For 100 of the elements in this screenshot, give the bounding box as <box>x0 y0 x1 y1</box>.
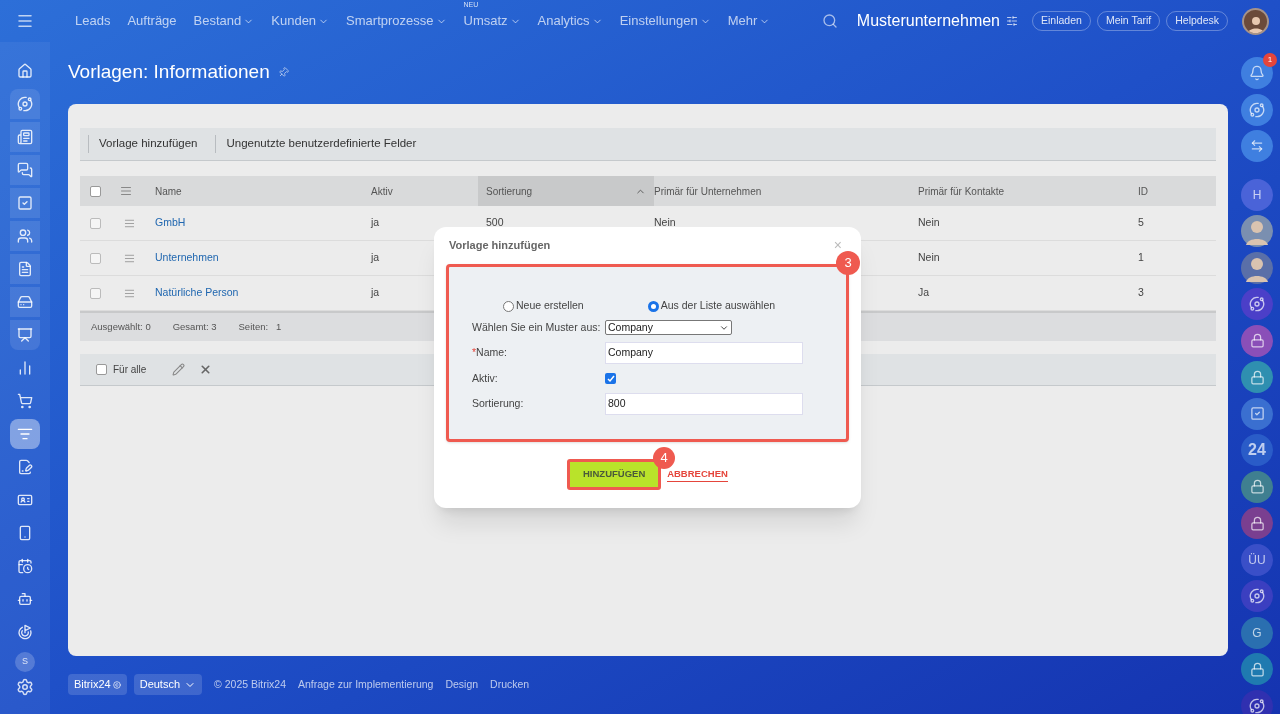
lock-icon <box>1249 369 1265 385</box>
template-select[interactable]: Company <box>605 320 732 336</box>
table-cell: 500 <box>486 216 504 229</box>
checkbox[interactable] <box>605 373 616 385</box>
toolbar-button[interactable]: Ungenutzte benutzerdefinierte Felder <box>215 135 427 153</box>
radio-button[interactable] <box>503 300 514 312</box>
checkbox[interactable] <box>89 185 101 197</box>
sidebar-button[interactable] <box>1241 361 1273 393</box>
row-menu-icon[interactable] <box>124 287 135 299</box>
sliders-icon[interactable] <box>1006 15 1018 27</box>
chat-avatar[interactable]: H <box>1241 178 1273 211</box>
sidebar-button[interactable] <box>1241 470 1273 503</box>
field-label: Sortierung: <box>472 396 524 412</box>
checkbox-icon <box>17 195 33 211</box>
checkbox[interactable] <box>96 364 107 375</box>
column-header[interactable]: Primär für Unternehmen <box>654 176 918 206</box>
footer-link[interactable]: Anfrage zur Implementierung <box>298 676 434 693</box>
field-label: Wählen Sie ein Muster aus: <box>472 319 601 335</box>
nav-item[interactable]: Bestand <box>193 11 255 31</box>
checkbox[interactable] <box>89 287 101 299</box>
add-button[interactable]: HINZUFÜGEN <box>567 459 662 490</box>
user-avatar[interactable] <box>1242 7 1269 35</box>
company-name[interactable]: Musterunternehmen <box>856 9 1000 33</box>
name-link[interactable]: GmbH <box>155 216 186 229</box>
dialog-title: Vorlage hinzufügen <box>449 237 551 253</box>
checkbox-label: Für alle <box>113 363 147 377</box>
orbit-icon <box>1249 697 1265 714</box>
language-button[interactable]: Deutsch <box>133 674 203 695</box>
checkbox[interactable] <box>89 252 101 264</box>
orbit-icon <box>1249 588 1265 604</box>
settings-list-icon[interactable] <box>120 185 132 197</box>
radio-button[interactable] <box>647 300 659 312</box>
nav-item[interactable]: Mehr <box>727 11 771 31</box>
row-menu-icon[interactable] <box>124 217 135 229</box>
nav-item[interactable]: Smartprozesse <box>346 11 447 31</box>
footer-link[interactable]: Drucken <box>490 676 530 693</box>
sidebar-button[interactable] <box>1241 689 1273 714</box>
brand-button[interactable]: Bitrix24 <box>68 674 127 695</box>
lock-icon <box>1249 661 1265 677</box>
nav-item[interactable]: Analytics <box>537 11 603 31</box>
sidebar-button[interactable] <box>1241 653 1273 685</box>
presentation-icon <box>17 327 33 343</box>
column-header[interactable]: Primär für Kontakte <box>918 176 1138 206</box>
filter-icon <box>17 426 33 442</box>
nav-item[interactable]: Umsatz <box>463 11 521 31</box>
chat-avatar[interactable]: ÜU <box>1241 543 1273 576</box>
sidebar-button[interactable] <box>1241 130 1273 162</box>
chat-avatar[interactable]: G <box>1241 616 1273 649</box>
table-cell: ja <box>371 286 380 299</box>
footer-link[interactable]: Design <box>445 676 479 693</box>
pencil-icon[interactable] <box>172 363 186 376</box>
step-badge: 3 <box>836 251 860 275</box>
settings-icon[interactable] <box>16 678 34 696</box>
newspaper-icon <box>17 129 33 145</box>
column-header[interactable]: Sortierung <box>478 176 654 206</box>
document-icon <box>17 261 33 277</box>
nav-item[interactable]: Aufträge <box>127 11 177 31</box>
orbit-icon <box>17 96 33 112</box>
search-icon[interactable] <box>821 13 838 29</box>
column-header[interactable]: Name <box>155 176 371 206</box>
sidebar-button[interactable] <box>1241 288 1273 320</box>
nav-item[interactable]: Einstellungen <box>619 11 711 31</box>
radio-label: Neue erstellen <box>516 298 584 314</box>
copyright-icon <box>112 680 121 689</box>
input-field[interactable]: 800 <box>605 393 803 416</box>
user-avatar[interactable]: S <box>15 652 35 672</box>
table-cell: Ja <box>918 286 930 299</box>
sidebar-button[interactable] <box>1241 324 1273 357</box>
input-field[interactable]: Company <box>605 342 803 365</box>
nav-item[interactable]: Kunden <box>271 11 330 31</box>
cancel-link[interactable]: ABBRECHEN <box>667 466 728 483</box>
drive-icon <box>17 294 33 310</box>
sidebar-button[interactable] <box>1241 93 1273 126</box>
chat-avatar[interactable]: 24 <box>1241 434 1273 466</box>
user-avatar[interactable] <box>1241 215 1273 247</box>
calendar-icon <box>17 558 33 574</box>
checkbox[interactable] <box>89 217 101 229</box>
column-header[interactable]: Aktiv <box>371 176 478 206</box>
column-header[interactable]: ID <box>1138 176 1216 206</box>
summary-text: Gesamt: 3 <box>172 319 217 334</box>
user-avatar[interactable] <box>1241 251 1273 284</box>
menu-icon[interactable] <box>16 12 34 30</box>
page-link[interactable]: 1 <box>276 319 282 335</box>
row-menu-icon[interactable] <box>124 252 135 264</box>
footer-link[interactable]: © 2025 Bitrix24 <box>214 676 286 693</box>
toolbar-button[interactable]: Vorlage hinzufügen <box>88 135 208 153</box>
name-link[interactable]: Unternehmen <box>155 251 219 264</box>
sidebar-button[interactable] <box>1241 580 1273 612</box>
exchange-icon <box>1250 139 1264 153</box>
table-cell: Nein <box>918 216 940 229</box>
home-icon <box>17 63 33 79</box>
required-marker: * <box>472 345 477 361</box>
name-link[interactable]: Natürliche Person <box>155 286 239 299</box>
sidebar-button[interactable] <box>1241 397 1273 430</box>
bar-chart-icon <box>17 360 33 376</box>
lock-icon <box>1249 515 1265 531</box>
sidebar-button[interactable] <box>10 419 40 449</box>
edit-document-icon <box>17 459 33 475</box>
sidebar-button[interactable] <box>1241 507 1273 539</box>
nav-item[interactable]: Leads <box>75 11 111 31</box>
